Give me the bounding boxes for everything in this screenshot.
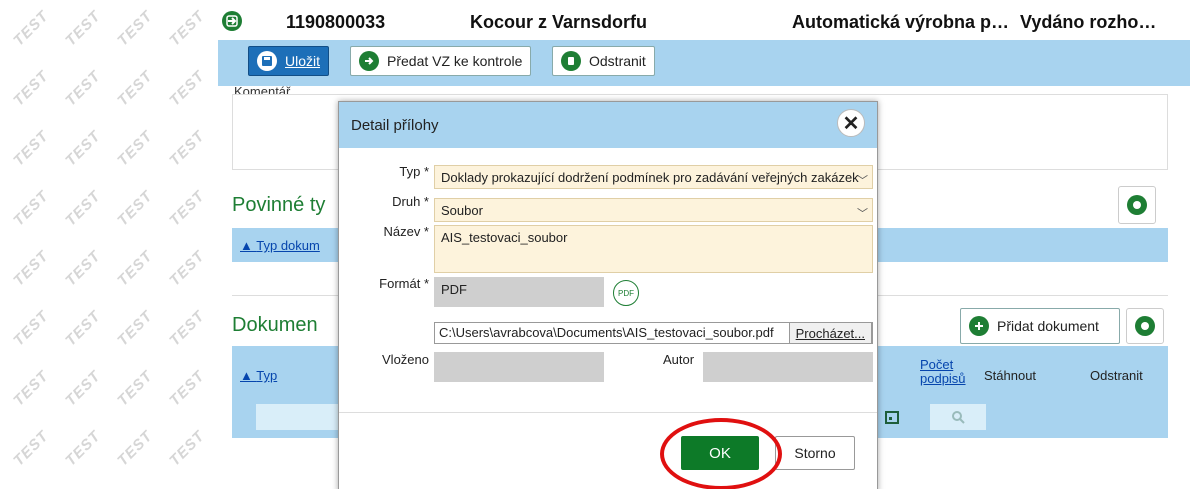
watermark-text: TEST	[166, 127, 209, 170]
save-label: Uložit	[285, 53, 321, 69]
documents-title: Dokumen	[232, 314, 318, 336]
watermark-text: TEST	[10, 67, 53, 110]
name-input[interactable]: AIS_testovaci_soubor	[434, 225, 873, 273]
required-types-title: Povinné ty	[232, 194, 326, 216]
test-watermark: TEST TEST TEST TEST TEST TEST TEST TEST …	[0, 0, 220, 489]
watermark-text: TEST	[62, 307, 105, 350]
watermark-text: TEST	[10, 7, 53, 50]
gear-icon	[1127, 195, 1147, 215]
file-path: C:\Users\avrabcova\Documents\AIS_testova…	[439, 325, 774, 340]
watermark-text: TEST	[10, 367, 53, 410]
main-toolbar: Uložit Předat VZ ke kontrole Odstranit	[218, 40, 1190, 86]
format-label: Formát *	[379, 276, 429, 291]
kind-value: Soubor	[441, 203, 483, 218]
add-document-label: Přidat dokument	[997, 318, 1099, 334]
documents-settings-button[interactable]	[1126, 308, 1164, 344]
watermark-text: TEST	[114, 67, 157, 110]
watermark-text: TEST	[10, 427, 53, 470]
watermark-text: TEST	[10, 247, 53, 290]
watermark-text: TEST	[62, 427, 105, 470]
name-value: AIS_testovaci_soubor	[441, 230, 568, 245]
signature-count-link[interactable]: Počet podpisů	[920, 358, 966, 386]
required-settings-button[interactable]	[1118, 186, 1156, 224]
record-process: Automatická výrobna p…	[792, 12, 1010, 32]
record-header: 1190800033 Kocour z Varnsdorfu Automatic…	[218, 0, 1190, 44]
submit-for-review-button[interactable]: Předat VZ ke kontrole	[350, 46, 532, 76]
author-label: Autor	[663, 352, 695, 367]
watermark-text: TEST	[114, 7, 157, 50]
name-label: Název *	[383, 224, 429, 239]
attachment-detail-dialog: Detail přílohy ✕ Typ * Doklady prokazují…	[338, 101, 878, 489]
watermark-text: TEST	[62, 247, 105, 290]
watermark-text: TEST	[10, 187, 53, 230]
delete-label: Odstranit	[589, 53, 646, 69]
watermark-text: TEST	[114, 427, 157, 470]
cancel-button[interactable]: Storno	[775, 436, 855, 470]
type-label: Typ *	[399, 164, 429, 179]
watermark-text: TEST	[166, 247, 209, 290]
watermark-text: TEST	[166, 367, 209, 410]
type-value: Doklady prokazující dodržení podmínek pr…	[441, 170, 859, 185]
record-id: 1190800033	[286, 12, 386, 32]
watermark-text: TEST	[166, 187, 209, 230]
watermark-text: TEST	[62, 7, 105, 50]
watermark-text: TEST	[62, 67, 105, 110]
watermark-text: TEST	[114, 307, 157, 350]
remove-col: Odstranit	[1090, 368, 1143, 383]
format-field: PDF	[434, 277, 604, 307]
watermark-text: TEST	[62, 127, 105, 170]
download-col: Stáhnout	[984, 368, 1037, 383]
record-status: Vydáno rozho…	[1020, 12, 1157, 32]
watermark-text: TEST	[114, 187, 157, 230]
plus-icon	[969, 316, 989, 336]
inserted-field	[434, 352, 604, 382]
search-icon[interactable]	[930, 404, 986, 430]
record-name: Kocour z Varnsdorfu	[470, 12, 648, 32]
submit-label: Předat VZ ke kontrole	[387, 53, 523, 69]
kind-select[interactable]: Soubor ﹀	[434, 198, 873, 222]
browse-button[interactable]: Procházet...	[788, 323, 872, 343]
save-icon	[257, 51, 277, 71]
close-icon[interactable]: ✕	[837, 109, 865, 137]
doc-col-type: Typ	[256, 368, 278, 383]
chevron-down-icon: ﹀	[857, 208, 868, 220]
dialog-title: Detail přílohy	[351, 117, 439, 134]
calendar-icon[interactable]	[882, 404, 902, 430]
format-value: PDF	[441, 282, 467, 297]
author-field	[703, 352, 873, 382]
exit-icon[interactable]	[222, 11, 242, 31]
watermark-text: TEST	[166, 427, 209, 470]
highlight-annotation	[660, 418, 782, 489]
watermark-text: TEST	[114, 127, 157, 170]
watermark-text: TEST	[114, 367, 157, 410]
required-col-type: Typ dokum	[256, 238, 320, 253]
save-button[interactable]: Uložit	[248, 46, 330, 76]
arrow-right-icon	[359, 51, 379, 71]
pdf-file-icon: PDF	[613, 280, 639, 306]
type-select[interactable]: Doklady prokazující dodržení podmínek pr…	[434, 165, 873, 189]
watermark-text: TEST	[62, 187, 105, 230]
trash-icon	[561, 51, 581, 71]
dialog-header: Detail přílohy ✕	[339, 102, 877, 148]
watermark-text: TEST	[62, 367, 105, 410]
dialog-divider	[339, 412, 877, 413]
watermark-text: TEST	[166, 7, 209, 50]
sort-type-link[interactable]: ▲ Typ dokum	[240, 238, 320, 253]
inserted-label: Vloženo	[382, 352, 429, 367]
delete-button[interactable]: Odstranit	[552, 46, 655, 76]
sort-doc-type-link[interactable]: ▲ Typ	[240, 368, 277, 383]
watermark-text: TEST	[114, 247, 157, 290]
gear-icon	[1135, 316, 1155, 336]
watermark-text: TEST	[10, 307, 53, 350]
watermark-text: TEST	[166, 67, 209, 110]
add-document-button[interactable]: Přidat dokument	[960, 308, 1120, 344]
watermark-text: TEST	[166, 307, 209, 350]
watermark-text: TEST	[10, 127, 53, 170]
file-chooser[interactable]: C:\Users\avrabcova\Documents\AIS_testova…	[434, 322, 873, 344]
chevron-down-icon: ﹀	[857, 175, 868, 187]
kind-label: Druh *	[392, 194, 429, 209]
